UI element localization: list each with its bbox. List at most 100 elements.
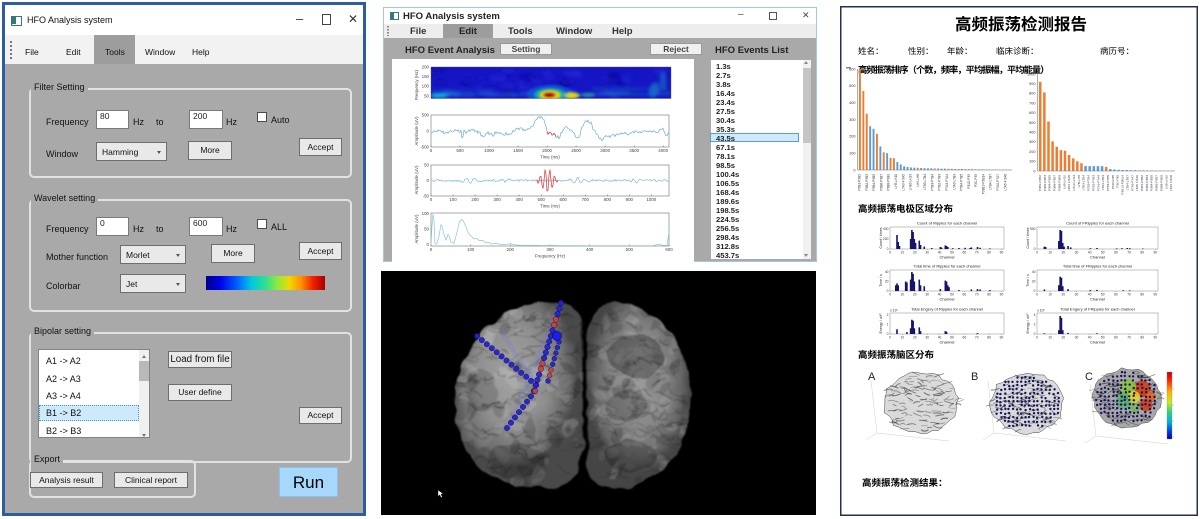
svg-text:P3B1-P3B2: P3B1-P3B2 <box>1140 175 1144 191</box>
svg-text:300: 300 <box>493 197 501 202</box>
svg-text:0: 0 <box>1036 336 1038 340</box>
svg-text:Amplitude (uV): Amplitude (uV) <box>414 116 419 146</box>
svg-text:200: 200 <box>507 247 515 252</box>
svg-text:600: 600 <box>849 67 855 71</box>
svg-text:700: 700 <box>1029 101 1035 105</box>
svg-text:x 10⁷: x 10⁷ <box>890 309 898 313</box>
svg-text:300: 300 <box>546 247 554 252</box>
svg-text:90: 90 <box>1154 251 1158 255</box>
svg-text:LTA3-LTB3: LTA3-LTB3 <box>1101 175 1105 190</box>
svg-text:3000: 3000 <box>600 148 610 153</box>
svg-text:P3B4-P3B5: P3B4-P3B5 <box>872 174 876 191</box>
svg-text:2500: 2500 <box>571 148 581 153</box>
svg-text:P3B6-P3B7: P3B6-P3B7 <box>1053 175 1057 191</box>
svg-text:Count / times: Count / times <box>879 227 883 248</box>
svg-text:4: 4 <box>1034 313 1036 317</box>
svg-text:90: 90 <box>1000 251 1004 255</box>
svg-text:500: 500 <box>538 197 546 202</box>
svg-text:30: 30 <box>1075 293 1079 297</box>
svg-text:LH5-LH8: LH5-LH8 <box>916 174 920 187</box>
svg-text:P31D-P35: P31D-P35 <box>1111 175 1115 190</box>
svg-text:80: 80 <box>1140 293 1144 297</box>
svg-text:Channel: Channel <box>1090 255 1105 260</box>
svg-text:LTA3 4-5A5: LTA3 4-5A5 <box>1169 175 1173 191</box>
svg-text:0: 0 <box>889 336 891 340</box>
svg-text:-50: -50 <box>423 194 430 199</box>
svg-text:LTA5 4-5A6: LTA5 4-5A6 <box>1135 175 1139 191</box>
svg-text:P3B8-P3B9: P3B8-P3B9 <box>887 174 891 191</box>
svg-text:20: 20 <box>885 280 889 284</box>
svg-text:Frequency (Hz): Frequency (Hz) <box>414 69 419 100</box>
svg-text:150: 150 <box>422 74 430 79</box>
svg-text:50: 50 <box>424 227 429 232</box>
svg-text:LTA3 4-5A5: LTA3 4-5A5 <box>901 174 905 191</box>
svg-text:Count of Ripples for each chan: Count of Ripples for each channel <box>917 221 977 226</box>
svg-text:B: B <box>971 371 978 383</box>
svg-text:Total Engery of FRipples for e: Total Engery of FRipples for each channe… <box>1060 307 1134 312</box>
svg-text:C: C <box>1085 371 1093 383</box>
svg-text:200: 200 <box>471 197 479 202</box>
svg-text:P7A9-P7A7: P7A9-P7A7 <box>1130 175 1134 191</box>
svg-text:100: 100 <box>849 151 855 155</box>
svg-text:1000: 1000 <box>1027 72 1035 76</box>
svg-text:x 10⁶: x 10⁶ <box>1037 309 1045 313</box>
svg-text:P7B3-P7B4: P7B3-P7B4 <box>931 174 935 191</box>
svg-text:1000: 1000 <box>646 197 656 202</box>
svg-text:P7A9-P7A7: P7A9-P7A7 <box>996 174 1000 191</box>
svg-text:Time / s: Time / s <box>879 274 883 287</box>
svg-text:20: 20 <box>1061 251 1065 255</box>
svg-text:500: 500 <box>849 84 855 88</box>
svg-text:300: 300 <box>849 118 855 122</box>
svg-text:200: 200 <box>422 65 430 70</box>
svg-text:Channel: Channel <box>940 297 955 302</box>
svg-text:Channel: Channel <box>1090 340 1105 345</box>
svg-text:P7A3-P7A4: P7A3-P7A4 <box>1096 175 1100 191</box>
svg-text:P3B4-P3B5: P3B4-P3B5 <box>1048 175 1052 191</box>
svg-text:70: 70 <box>1127 293 1131 297</box>
svg-text:P3B4-P3B5: P3B4-P3B5 <box>1150 175 1154 191</box>
svg-text:P3B13-P3B14: P3B13-P3B14 <box>1121 175 1125 195</box>
svg-text:30: 30 <box>925 251 929 255</box>
svg-text:P31D-P35: P31D-P35 <box>967 174 971 189</box>
svg-text:0: 0 <box>887 332 889 336</box>
svg-text:10: 10 <box>901 293 905 297</box>
svg-text:-500: -500 <box>420 145 429 150</box>
svg-text:100: 100 <box>422 211 430 216</box>
svg-text:70: 70 <box>1127 251 1131 255</box>
svg-text:30: 30 <box>925 293 929 297</box>
svg-text:A: A <box>868 371 876 383</box>
svg-text:LTB3-LTB4: LTB3-LTB4 <box>923 174 927 190</box>
svg-text:10: 10 <box>1048 251 1052 255</box>
svg-text:Channel: Channel <box>1090 297 1105 302</box>
svg-text:Total time of FRipples for eac: Total time of FRipples for each channel <box>1063 264 1132 269</box>
svg-text:90: 90 <box>1154 336 1158 340</box>
svg-text:Amplitude (uV): Amplitude (uV) <box>414 165 419 195</box>
svg-text:80: 80 <box>987 251 991 255</box>
svg-text:100: 100 <box>467 247 475 252</box>
svg-text:0: 0 <box>1034 247 1036 251</box>
svg-text:20: 20 <box>913 336 917 340</box>
svg-text:400: 400 <box>849 101 855 105</box>
svg-text:P3B1-P3B2: P3B1-P3B2 <box>858 174 862 191</box>
svg-text:Frequency (Hz): Frequency (Hz) <box>535 254 566 259</box>
svg-text:LTB3-LTB4: LTB3-LTB4 <box>1082 175 1086 191</box>
svg-text:LH5-LH10: LH5-LH10 <box>1062 175 1066 189</box>
svg-text:P3B2-P3B3: P3B2-P3B3 <box>1043 175 1047 191</box>
svg-text:Time (ms): Time (ms) <box>540 155 560 160</box>
svg-text:60: 60 <box>963 251 967 255</box>
svg-text:0: 0 <box>887 247 889 251</box>
svg-text:0: 0 <box>1034 332 1036 336</box>
svg-text:P3B8-P3B9: P3B8-P3B9 <box>1159 175 1163 191</box>
svg-text:70: 70 <box>975 293 979 297</box>
svg-text:0: 0 <box>889 251 891 255</box>
svg-text:0: 0 <box>889 293 891 297</box>
svg-text:P3B8-P3B9: P3B8-P3B9 <box>1057 175 1061 191</box>
svg-text:20: 20 <box>913 293 917 297</box>
svg-text:600: 600 <box>1029 111 1035 115</box>
svg-text:60: 60 <box>1114 336 1118 340</box>
svg-text:400: 400 <box>883 227 889 231</box>
svg-text:1000: 1000 <box>484 148 494 153</box>
svg-text:0: 0 <box>1036 251 1038 255</box>
svg-text:LH10-LH13: LH10-LH13 <box>1072 175 1076 191</box>
svg-text:50: 50 <box>424 163 429 168</box>
